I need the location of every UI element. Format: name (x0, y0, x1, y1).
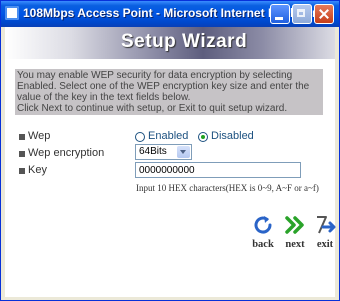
maximize-icon[interactable] (292, 4, 312, 24)
back-label: back (252, 239, 274, 250)
wep-enabled-radio[interactable] (135, 132, 145, 142)
wep-enabled-label[interactable]: Enabled (148, 130, 188, 142)
key-label: Key (28, 164, 47, 176)
row-bullet-icon (19, 168, 25, 174)
back-arrow-icon (254, 216, 272, 234)
title-bar[interactable]: 108Mbps Access Point - Microsoft Interne… (1, 1, 339, 27)
back-button[interactable]: back (247, 213, 279, 261)
wizard-banner: Setup Wizard (5, 27, 335, 59)
exit-button[interactable]: exit (309, 213, 340, 261)
intro-line: Click Next to continue with setup, or Ex… (17, 103, 288, 114)
wep-disabled-label[interactable]: Disabled (211, 130, 254, 142)
exit-door-icon (317, 216, 336, 234)
minimize-icon[interactable] (270, 4, 290, 24)
page-title: Setup Wizard (121, 31, 248, 52)
next-button[interactable]: next (279, 213, 311, 261)
next-arrows-icon (285, 216, 304, 234)
wep-encryption-select[interactable]: 64Bits (135, 144, 192, 160)
close-icon[interactable] (314, 4, 334, 24)
row-bullet-icon (19, 151, 25, 157)
key-hint: Input 10 HEX characters(HEX is 0~9, A~F … (136, 183, 319, 193)
intro-line: value of the key in the text fields belo… (17, 92, 191, 103)
page-content: Setup Wizard You may enable WEP security… (5, 27, 336, 297)
ie-window-icon (5, 6, 19, 20)
wep-encryption-label: Wep encryption (28, 147, 105, 159)
intro-line: You may enable WEP security for data enc… (17, 70, 293, 81)
wep-label: Wep (28, 130, 51, 142)
status-bar (5, 297, 335, 300)
intro-text: You may enable WEP security for data enc… (15, 69, 323, 115)
row-bullet-icon (19, 134, 25, 140)
intro-line: Enabled. Select one of the WEP encryptio… (17, 81, 310, 92)
key-input[interactable] (135, 162, 301, 178)
exit-label: exit (316, 239, 334, 250)
wep-disabled-radio[interactable] (198, 132, 208, 142)
browser-window: 108Mbps Access Point - Microsoft Interne… (0, 0, 340, 301)
chevron-down-icon[interactable] (177, 146, 190, 158)
wep-encryption-value: 64Bits (139, 146, 167, 157)
